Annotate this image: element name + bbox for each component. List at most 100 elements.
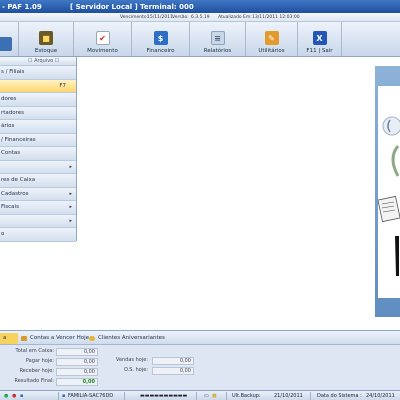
toolbar-label: Movimento bbox=[87, 48, 118, 54]
menu-item-filiais[interactable]: s / Filiais bbox=[0, 66, 76, 80]
menu-item-last[interactable]: o bbox=[0, 228, 76, 242]
menu-item-label: rtadores bbox=[1, 109, 25, 116]
backup-date: 21/10/2011 bbox=[274, 393, 303, 399]
menu-item-operadores-caixa[interactable]: res de Caixa bbox=[0, 174, 76, 188]
menu-item-label: o bbox=[1, 231, 5, 237]
os-hoje-row: O.S. hoje: 0,00 bbox=[100, 367, 200, 377]
toolbar-button-relatorios[interactable]: ≡ Relatórios bbox=[190, 22, 246, 56]
tab-label: Clientes Aniversariantes bbox=[98, 335, 165, 341]
versao-value: 6.3.5.19 bbox=[191, 15, 210, 20]
main-toolbar: ■ Estoque ✔ Movimento $ Financeiro ≡ Rel… bbox=[0, 22, 400, 57]
menu-item-label: Cadastros bbox=[1, 190, 29, 197]
license-info-row: Vencimento: 15/11/2011 Versão: 6.3.5.19 … bbox=[0, 13, 400, 22]
vendas-hoje-value: 0,00 bbox=[152, 357, 194, 365]
vencimento-label: Vencimento: bbox=[120, 15, 149, 20]
resultado-final-value: 0,00 bbox=[56, 378, 98, 386]
hotkey-label: F7 bbox=[59, 82, 66, 89]
vencimento-value: 15/11/2011 bbox=[147, 15, 173, 20]
resultado-final-row: Resultado Final: 0,00 bbox=[0, 378, 120, 388]
monitor-icon: ▭ bbox=[204, 393, 209, 399]
atualizado-label: Atualizado Em: bbox=[218, 15, 252, 20]
toolbar-button-partial[interactable] bbox=[0, 22, 19, 56]
menu-item-label: s / Filiais bbox=[1, 69, 25, 75]
exit-x-icon: X bbox=[312, 31, 327, 45]
menu-item-contas[interactable]: Contas bbox=[0, 147, 76, 161]
menu-item-financeiras[interactable]: / Financeiras bbox=[0, 133, 76, 147]
side-panel-inner bbox=[377, 86, 400, 298]
toolbar-label: Financeiro bbox=[146, 48, 175, 54]
chevron-right-icon: ▸ bbox=[69, 217, 72, 224]
menu-item-submenu[interactable]: ▸ bbox=[0, 160, 76, 174]
toolbar-button-estoque[interactable]: ■ Estoque bbox=[19, 22, 74, 56]
toolbar-button-sair[interactable]: X F11 | Sair bbox=[298, 22, 342, 56]
menu-item-label: dores bbox=[1, 96, 17, 102]
toolbar-button-movimento[interactable]: ✔ Movimento bbox=[74, 22, 132, 56]
vendas-hoje-row: Vendas hoje: 0,00 bbox=[100, 357, 200, 367]
toolbar-label: F11 | Sair bbox=[306, 48, 333, 54]
pagar-hoje-value: 0,00 bbox=[56, 358, 98, 366]
menu-item-transportadores[interactable]: rtadores bbox=[0, 106, 76, 120]
toolbar-button-financeiro[interactable]: $ Financeiro bbox=[132, 22, 190, 56]
product-logo-icon bbox=[377, 116, 400, 276]
checkmark-doc-icon: ✔ bbox=[95, 31, 110, 45]
total-caixa-value: 0,00 bbox=[56, 348, 98, 356]
partial-icon bbox=[0, 37, 12, 51]
server-mode: [ Servidor Local ] bbox=[70, 2, 138, 11]
toolbar-label: Relatórios bbox=[203, 48, 232, 54]
status-icon: ● bbox=[4, 393, 9, 399]
terminal-label: Terminal: 000 bbox=[140, 2, 194, 11]
calculator-icon: $ bbox=[153, 31, 168, 45]
left-menu: ☐ Arquivo ☐ s / Filiais F7 dores rtadore… bbox=[0, 57, 77, 242]
computer-name: FAMILIA-SAC76DD bbox=[68, 393, 114, 399]
field-label: Total em Caixa: bbox=[15, 348, 54, 354]
stock-box-icon: ■ bbox=[39, 31, 53, 45]
status-icon: ▪ bbox=[20, 393, 24, 399]
field-label: Resultado Final: bbox=[14, 378, 54, 384]
bottom-summary-panel: a Contas a Vencer Hoje Clientes Aniversa… bbox=[0, 330, 400, 390]
menu-item-label: res de Caixa bbox=[1, 177, 36, 183]
toolbar-button-utilitarios[interactable]: ✎ Utilitários bbox=[246, 22, 298, 56]
folder-icon: ■ bbox=[212, 393, 217, 399]
field-label: Vendas hoje: bbox=[115, 357, 148, 363]
tab-contas-vencer[interactable]: Contas a Vencer Hoje bbox=[20, 333, 89, 344]
menu-item-label: / Financeiras bbox=[1, 136, 36, 143]
menu-item-label: ários bbox=[1, 123, 15, 129]
menu-item-fiscais[interactable]: Fiscais ▸ bbox=[0, 201, 76, 215]
atualizado-value: 13/11/2011 12:03:00 bbox=[252, 15, 300, 20]
menu-item-label: Contas bbox=[1, 150, 21, 156]
system-date-label: Data do Sistema : bbox=[317, 393, 362, 399]
computer-icon: ▪ bbox=[62, 393, 66, 399]
tab-label: a bbox=[3, 335, 7, 341]
menu-item-submenu-2[interactable]: ▸ bbox=[0, 214, 76, 228]
tab-resumo[interactable]: a bbox=[0, 333, 18, 344]
user-name: ▬▬▬▬▬▬▬▬▬▬ bbox=[140, 393, 188, 399]
menu-item-f7[interactable]: F7 bbox=[0, 79, 76, 93]
tools-icon: ✎ bbox=[264, 31, 279, 45]
menu-item-vendedores[interactable]: dores bbox=[0, 93, 76, 107]
field-label: O.S. hoje: bbox=[123, 367, 148, 373]
report-list-icon: ≡ bbox=[210, 31, 225, 45]
star-icon bbox=[89, 336, 95, 341]
bottom-tabs: a Contas a Vencer Hoje Clientes Aniversa… bbox=[0, 331, 400, 345]
menu-item-cadastros[interactable]: Cadastros ▸ bbox=[0, 187, 76, 201]
chevron-right-icon: ▸ bbox=[69, 163, 72, 170]
title-bar: - PAF 1.09 [ Servidor Local ] Terminal: … bbox=[0, 0, 400, 13]
backup-label: Ult.Backup: bbox=[232, 393, 261, 399]
menu-item-label: Fiscais bbox=[1, 204, 19, 210]
field-label: Pagar hoje: bbox=[25, 358, 54, 364]
os-hoje-value: 0,00 bbox=[152, 367, 194, 375]
menu-header: ☐ Arquivo ☐ bbox=[0, 57, 76, 66]
toolbar-label: Utilitários bbox=[258, 48, 285, 54]
toolbar-label: Estoque bbox=[34, 48, 58, 54]
side-logo-panel bbox=[375, 66, 400, 317]
app-title: - PAF 1.09 bbox=[2, 2, 42, 11]
status-icon: ● bbox=[12, 393, 17, 399]
menu-item-usuarios[interactable]: ários bbox=[0, 120, 76, 134]
folder-icon bbox=[21, 336, 27, 341]
status-bar: ● ● ▪ ▪ FAMILIA-SAC76DD ▬▬▬▬▬▬▬▬▬▬ ▭ ■ U… bbox=[0, 390, 400, 400]
receber-hoje-value: 0,00 bbox=[56, 368, 98, 376]
system-date: 24/10/2011 bbox=[366, 393, 395, 399]
tab-aniversariantes[interactable]: Clientes Aniversariantes bbox=[88, 333, 165, 344]
chevron-right-icon: ▸ bbox=[69, 190, 72, 197]
field-label: Receber hoje: bbox=[19, 368, 54, 374]
